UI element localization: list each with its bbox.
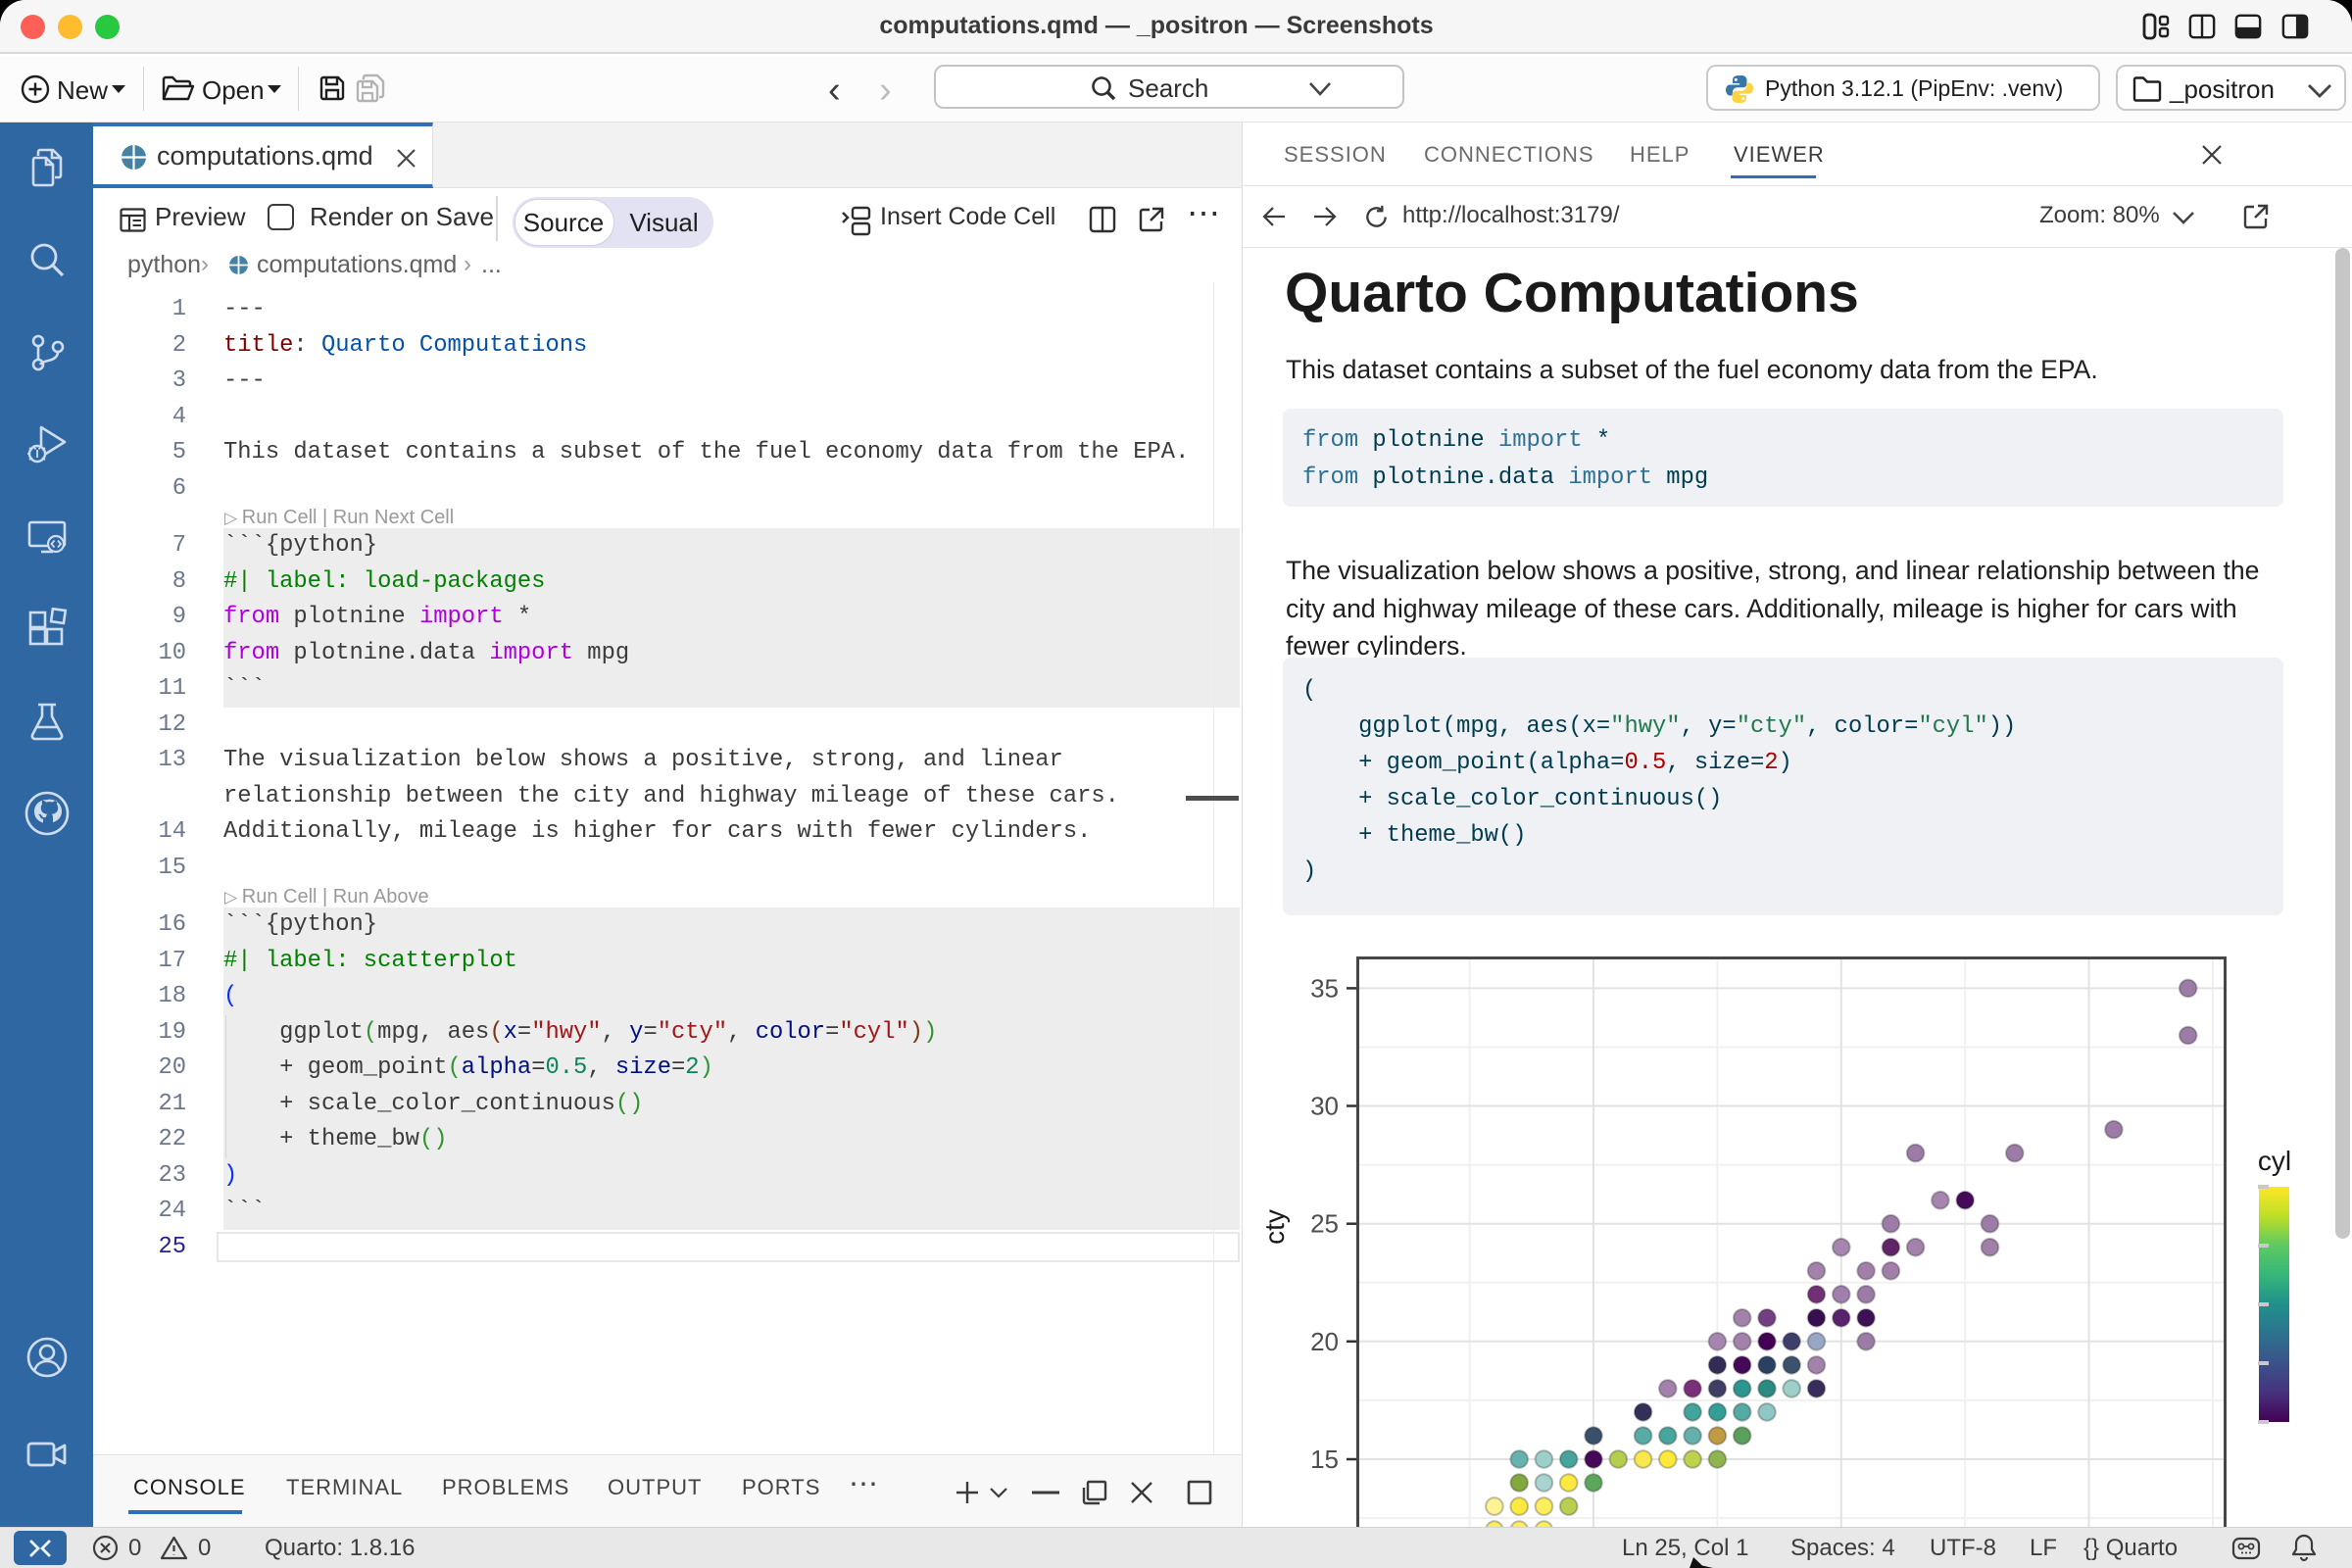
svg-text:30: 30 (1310, 1092, 1339, 1121)
svg-text:35: 35 (1310, 973, 1339, 1003)
svg-text:cty: cty (1259, 1209, 1290, 1245)
svg-text:15: 15 (1310, 1445, 1339, 1474)
svg-text:25: 25 (1310, 1209, 1339, 1239)
svg-text:cyl: cyl (2258, 1146, 2291, 1176)
svg-text:20: 20 (1310, 1327, 1339, 1356)
